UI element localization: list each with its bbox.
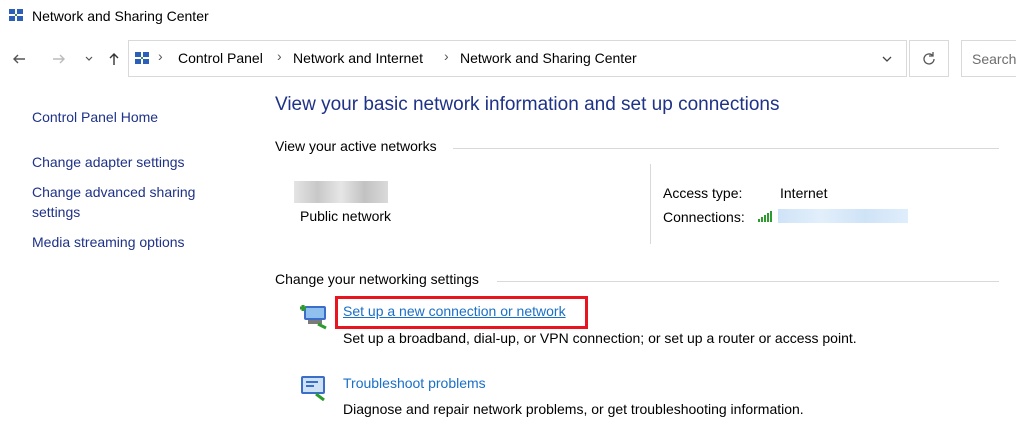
divider [497, 281, 999, 282]
network-name-redacted [294, 181, 388, 203]
chevron-right-icon: › [277, 48, 282, 64]
sidebar-item-change-adapter-settings[interactable]: Change adapter settings [32, 152, 185, 172]
breadcrumb-control-panel[interactable]: Control Panel [178, 50, 263, 66]
active-networks-heading: View your active networks [275, 138, 437, 154]
arrow-up-icon [109, 53, 119, 65]
network-center-icon [9, 9, 23, 21]
divider [453, 148, 999, 149]
recent-locations-button[interactable] [78, 48, 100, 70]
chevron-right-icon: › [444, 48, 449, 64]
up-button[interactable] [103, 48, 125, 70]
sidebar-item-change-advanced-sharing-line2[interactable]: settings [32, 202, 80, 222]
access-type-value: Internet [780, 185, 828, 201]
chevron-down-icon [85, 56, 93, 61]
troubleshoot-icon [301, 376, 325, 402]
divider-vertical [650, 164, 651, 244]
wifi-signal-icon [758, 211, 772, 222]
chevron-down-icon [882, 56, 892, 62]
connections-label: Connections: [663, 209, 745, 225]
back-button[interactable] [8, 48, 30, 70]
new-connection-icon [300, 305, 327, 330]
troubleshoot-problems-link[interactable]: Troubleshoot problems [343, 375, 486, 391]
network-type: Public network [300, 208, 392, 224]
refresh-button[interactable] [909, 40, 949, 77]
forward-button[interactable] [48, 48, 70, 70]
search-placeholder: Search [972, 51, 1016, 67]
search-input[interactable]: Search [961, 40, 1016, 77]
troubleshoot-problems-desc: Diagnose and repair network problems, or… [343, 401, 804, 417]
sidebar-item-media-streaming-options[interactable]: Media streaming options [32, 232, 185, 252]
highlight-box [335, 296, 588, 329]
access-type-label: Access type: [663, 185, 743, 201]
connection-name-link[interactable] [778, 209, 908, 223]
chevron-right-icon: › [158, 48, 163, 64]
arrow-left-icon [13, 54, 25, 64]
arrow-right-icon [53, 54, 65, 64]
setup-new-connection-desc: Set up a broadband, dial-up, or VPN conn… [343, 330, 857, 346]
page-title: View your basic network information and … [275, 94, 780, 115]
change-settings-heading: Change your networking settings [275, 271, 479, 287]
refresh-icon [923, 51, 935, 65]
address-dropdown-button[interactable] [868, 40, 906, 77]
sidebar-item-change-advanced-sharing[interactable]: Change advanced sharing [32, 182, 195, 202]
network-center-icon [135, 52, 149, 64]
title-bar: Network and Sharing Center [0, 0, 1016, 32]
breadcrumb-network-and-sharing-center[interactable]: Network and Sharing Center [460, 50, 637, 66]
window-title: Network and Sharing Center [32, 8, 209, 24]
sidebar-item-control-panel-home[interactable]: Control Panel Home [32, 107, 158, 127]
breadcrumb-network-and-internet[interactable]: Network and Internet [293, 50, 423, 66]
